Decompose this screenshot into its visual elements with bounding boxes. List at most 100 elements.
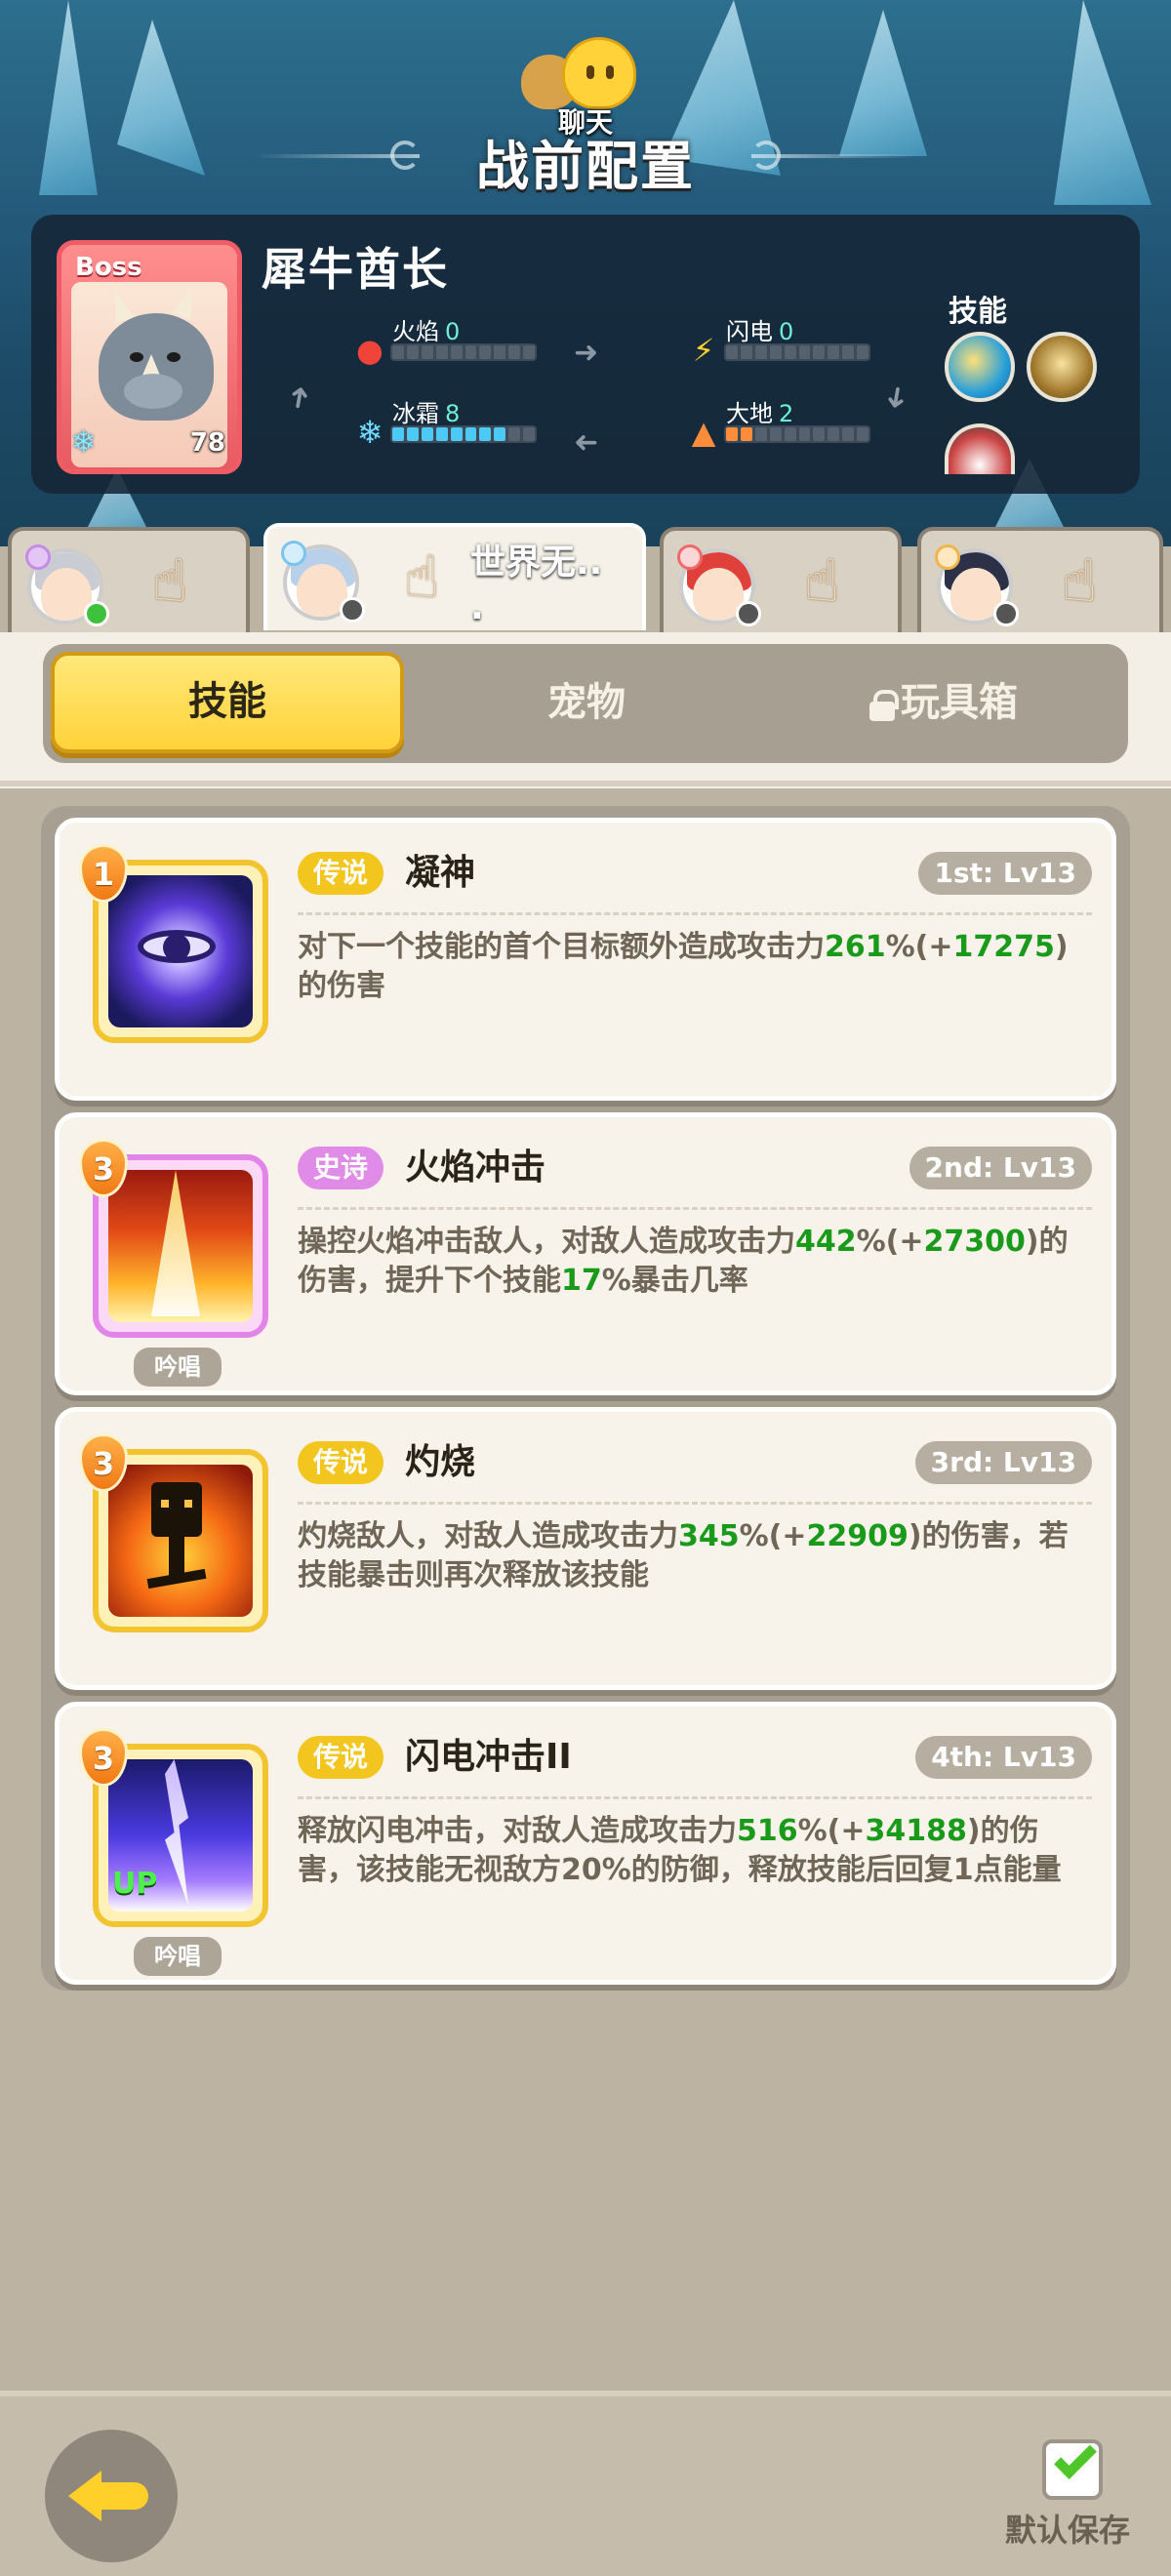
divider <box>0 781 1171 786</box>
lightning-icon: ⚡ <box>692 332 715 369</box>
hero-tab-4[interactable]: ☝ <box>917 527 1163 634</box>
stat-bar-segment <box>754 427 767 441</box>
stat-ice-value: 8 <box>445 400 461 427</box>
stat-bar-segment <box>842 427 855 441</box>
default-save-label[interactable]: 默认保存 <box>1005 2506 1130 2551</box>
stat-bar-segment <box>798 345 811 359</box>
stat-earth: 大地 2 ▲ <box>687 394 882 453</box>
boss-skill-3-icon[interactable] <box>945 423 1015 474</box>
skill-name: 灼烧 <box>405 1442 476 1482</box>
skill-description: 灼烧敌人，对敌人造成攻击力345%(+22909)的伤害，若技能暴击则再次释放该… <box>298 1519 1069 1592</box>
status-badge-icon <box>340 597 365 623</box>
skill-rarity-badge: 传说 <box>298 1736 384 1779</box>
skill-rarity-badge: 传说 <box>298 852 384 895</box>
hero-name: 世界无.. . <box>470 543 603 627</box>
tab-toybox[interactable]: 玩具箱 <box>767 652 1120 753</box>
page-title: 战前配置 <box>476 136 695 197</box>
skill-description: 对下一个技能的首个目标额外造成攻击力261%(+17275)的伤害 <box>298 930 1069 1003</box>
stat-earth-label: 大地 <box>726 400 773 427</box>
fire-icon: ● <box>356 332 384 369</box>
skill-card-4[interactable]: UP 3 吟唱 传说 闪电冲击II 4th: Lv13 释放闪电冲击，对敌人造成… <box>55 1702 1116 1985</box>
element-badge-icon <box>677 544 703 570</box>
status-badge-icon <box>993 601 1019 626</box>
skill-card-2[interactable]: 3 吟唱 史诗 火焰冲击 2nd: Lv13 操控火焰冲击敌人，对敌人造成攻击力… <box>55 1112 1116 1395</box>
stat-bar-segment <box>857 427 869 441</box>
default-save-checkbox[interactable] <box>1042 2436 1103 2500</box>
battle-scene-background: 聊天 战前配置 Boss ❄ 78 犀牛酋长 火焰 0 ● 闪电 0 ⚡ 冰霜 … <box>0 0 1171 546</box>
lock-icon <box>869 690 899 721</box>
skill-divider <box>298 912 1092 915</box>
checkmark-icon <box>1054 2436 1097 2479</box>
hero-tab-3[interactable]: ☝ <box>660 527 902 634</box>
hero-tab-1[interactable]: ☝ <box>8 527 250 634</box>
stat-ice: 冰霜 8 ❄ <box>353 394 548 453</box>
cycle-arrow-top-icon: ➜ <box>574 336 599 370</box>
skill-card-1[interactable]: 1 传说 凝神 1st: Lv13 对下一个技能的首个目标额外造成攻击力261%… <box>55 818 1116 1101</box>
stat-bar-segment <box>508 427 521 441</box>
boss-skills-label: 技能 <box>949 295 1007 329</box>
pointing-hand-icon: ☝ <box>403 543 440 612</box>
ice-element-icon: ❄ <box>71 425 97 460</box>
stat-lightning-label: 闪电 <box>726 318 773 345</box>
boss-info-panel: Boss ❄ 78 犀牛酋长 火焰 0 ● 闪电 0 ⚡ 冰霜 8 ❄ 大地 2… <box>31 215 1140 494</box>
skill-description: 操控火焰冲击敌人，对敌人造成攻击力442%(+27300)的伤害，提升下个技能1… <box>298 1225 1069 1298</box>
skill-order-level: 3rd: Lv13 <box>914 1441 1092 1484</box>
stat-bar-segment <box>435 345 448 359</box>
skill-divider <box>298 1796 1092 1799</box>
rhino-chief-portrait <box>91 284 218 430</box>
stat-bar-segment <box>421 427 433 441</box>
stat-bar-segment <box>523 427 536 441</box>
burn-figure-icon <box>108 1465 253 1617</box>
stat-bar-segment <box>740 345 752 359</box>
stat-lightning: 闪电 0 ⚡ <box>687 312 882 371</box>
stat-bar-segment <box>406 345 419 359</box>
stat-bar-segment <box>479 427 492 441</box>
boss-tag: Boss <box>75 253 142 282</box>
skill-rarity-badge: 传说 <box>298 1441 384 1484</box>
cycle-arrow-bottom-icon: ➜ <box>574 425 599 460</box>
boss-skill-1-icon[interactable] <box>945 332 1015 402</box>
stat-bar-segment <box>392 427 404 441</box>
element-badge-icon <box>25 544 51 570</box>
stat-bar-segment <box>754 345 767 359</box>
upgrade-badge: UP <box>112 1867 158 1901</box>
stat-fire: 火焰 0 ● <box>353 312 548 371</box>
skill-order-level: 4th: Lv13 <box>915 1736 1092 1779</box>
stat-lightning-bar <box>724 343 870 361</box>
skill-divider <box>298 1207 1092 1210</box>
stat-bar-segment <box>828 345 840 359</box>
boss-portrait-card[interactable]: Boss ❄ 78 <box>57 240 242 474</box>
stat-bar-segment <box>769 345 782 359</box>
skill-card-3[interactable]: 3 传说 灼烧 3rd: Lv13 灼烧敌人，对敌人造成攻击力345%(+229… <box>55 1407 1116 1690</box>
fire-blast-icon <box>108 1170 253 1322</box>
hero-tab-2[interactable]: ☝ 世界无.. . <box>263 523 646 630</box>
pointing-hand-icon: ☝ <box>151 547 188 616</box>
stat-bar-segment <box>479 345 492 359</box>
ice-icon: ❄ <box>356 414 384 451</box>
stat-lightning-value: 0 <box>779 318 794 345</box>
cycle-arrow-right-icon: ➜ <box>877 382 915 413</box>
stat-bar-segment <box>769 427 782 441</box>
stat-bar-segment <box>726 427 738 441</box>
element-badge-icon <box>935 544 960 570</box>
tab-skills[interactable]: 技能 <box>51 652 404 753</box>
stat-fire-bar <box>390 343 537 361</box>
pointing-hand-icon: ☝ <box>1061 547 1098 616</box>
tab-pets[interactable]: 宠物 <box>410 652 763 753</box>
back-button[interactable] <box>45 2430 178 2562</box>
stat-bar-segment <box>842 345 855 359</box>
stat-ice-bar <box>390 425 537 443</box>
stat-bar-segment <box>450 427 463 441</box>
stat-bar-segment <box>798 427 811 441</box>
boss-skill-2-icon[interactable] <box>1027 332 1097 402</box>
lightning-strike-icon: UP <box>108 1759 253 1912</box>
skill-description: 释放闪电冲击，对敌人造成攻击力516%(+34188)的伤害，该技能无视敌方20… <box>298 1814 1062 1887</box>
stat-fire-value: 0 <box>445 318 461 345</box>
stat-bar-segment <box>813 345 826 359</box>
back-arrow-icon <box>68 2471 101 2521</box>
skill-rarity-badge: 史诗 <box>298 1147 384 1189</box>
status-badge-icon <box>84 601 109 626</box>
cycle-arrow-left-icon: ➜ <box>280 382 318 413</box>
stat-earth-bar <box>724 425 870 443</box>
skill-order-level: 2nd: Lv13 <box>909 1147 1092 1189</box>
